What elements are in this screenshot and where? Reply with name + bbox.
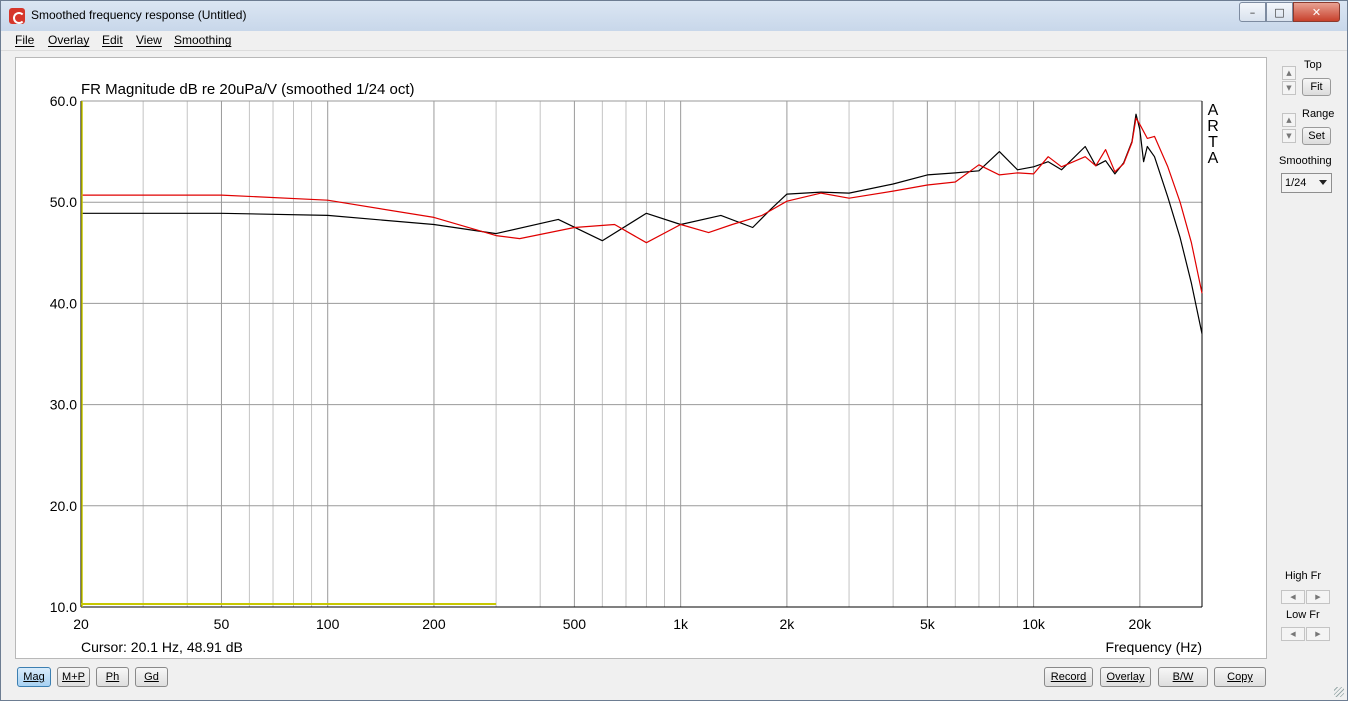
x-tick-label: 50 [214,616,230,632]
copy-button-label: Copy [1227,671,1253,683]
chevron-down-icon [1319,180,1327,185]
menu-smoothing[interactable]: Smoothing [174,33,231,47]
top-label: Top [1304,59,1322,71]
window-title: Smoothed frequency response (Untitled) [31,8,247,22]
arta-watermark-letter: A [1208,150,1219,167]
minimize-button[interactable]: – [1239,2,1266,22]
x-tick-label: 20k [1129,616,1153,632]
x-tick-label: 10k [1022,616,1046,632]
chart-panel[interactable]: 10.0 20.0 30.0 40.0 50.0 60.0 20 50 100 200 500 1k 2… [15,57,1267,659]
tab-ph-label: Ph [105,671,120,683]
chart-title: FR Magnitude dB re 20uPa/V (smoothed 1/2… [81,81,415,98]
top-down-arrow-icon[interactable]: ▼ [1282,81,1296,95]
x-tick-label: 1k [673,616,689,632]
resize-grip-icon[interactable] [1334,687,1344,697]
maximize-button[interactable]: □ [1266,2,1293,22]
range-up-arrow-icon[interactable]: ▲ [1282,113,1296,127]
app-logo-icon [9,8,25,24]
bw-button-label: B/W [1172,671,1194,683]
x-tick-label: 200 [422,616,446,632]
tab-ph[interactable]: Ph [96,667,129,687]
menu-bar: File Overlay Edit View Smoothing [1,31,1347,51]
bw-button[interactable]: B/W [1158,667,1208,687]
title-bar[interactable]: Smoothed frequency response (Untitled) –… [1,1,1347,31]
top-up-arrow-icon[interactable]: ▲ [1282,66,1296,80]
smoothing-label: Smoothing [1279,155,1332,167]
close-button[interactable]: ✕ [1293,2,1340,22]
y-tick-label: 10.0 [50,599,77,615]
set-button[interactable]: Set [1302,127,1331,145]
app-window: Smoothed frequency response (Untitled) –… [0,0,1348,701]
low-fr-right-arrow-icon[interactable]: ▶ [1306,627,1330,641]
high-fr-left-arrow-icon[interactable]: ◀ [1281,590,1305,604]
fit-button[interactable]: Fit [1302,78,1331,96]
range-label: Range [1302,108,1335,120]
y-tick-label: 20.0 [50,498,77,514]
y-tick-label: 50.0 [50,194,77,210]
arta-watermark-letter: R [1207,118,1219,135]
copy-button[interactable]: Copy [1214,667,1266,687]
overlay-button-label: Overlay [1106,671,1145,683]
x-axis-label: Frequency (Hz) [1106,639,1202,655]
cursor-readout: Cursor: 20.1 Hz, 48.91 dB [81,639,243,655]
tab-gd-label: Gd [144,671,159,683]
overlay-button[interactable]: Overlay [1100,667,1151,687]
tab-mag[interactable]: Mag [17,667,51,687]
tab-m-plus-p-label: M+P [62,671,85,683]
menu-edit[interactable]: Edit [102,33,123,47]
smoothing-select-value: 1/24 [1285,177,1307,189]
arta-watermark-letter: T [1208,134,1218,151]
y-tick-label: 60.0 [50,93,77,109]
tab-gd[interactable]: Gd [135,667,168,687]
record-button-label: Record [1050,671,1087,683]
x-tick-label: 100 [316,616,340,632]
tab-m-plus-p[interactable]: M+P [57,667,90,687]
x-tick-label: 20 [73,616,89,632]
high-fr-right-arrow-icon[interactable]: ▶ [1306,590,1330,604]
low-fr-label: Low Fr [1286,609,1320,621]
record-button[interactable]: Record [1044,667,1093,687]
range-down-arrow-icon[interactable]: ▼ [1282,129,1296,143]
x-tick-label: 500 [563,616,587,632]
frequency-response-chart[interactable]: 10.0 20.0 30.0 40.0 50.0 60.0 20 50 100 200 500 1k 2… [16,58,1266,658]
y-tick-label: 30.0 [50,397,77,413]
menu-file[interactable]: File [15,33,34,47]
tab-mag-label: Mag [23,671,45,683]
low-fr-left-arrow-icon[interactable]: ◀ [1281,627,1305,641]
menu-view[interactable]: View [136,33,162,47]
smoothing-select[interactable]: 1/24 [1281,173,1332,193]
side-panel: ▲ ▼ Top Fit ▲ ▼ Range Set Smoothing 1/24… [1271,57,1347,657]
y-tick-label: 40.0 [50,295,77,311]
menu-overlay[interactable]: Overlay [48,33,89,47]
x-tick-label: 5k [920,616,936,632]
high-fr-label: High Fr [1285,570,1322,582]
x-tick-label: 2k [780,616,796,632]
arta-watermark-letter: A [1208,102,1219,119]
